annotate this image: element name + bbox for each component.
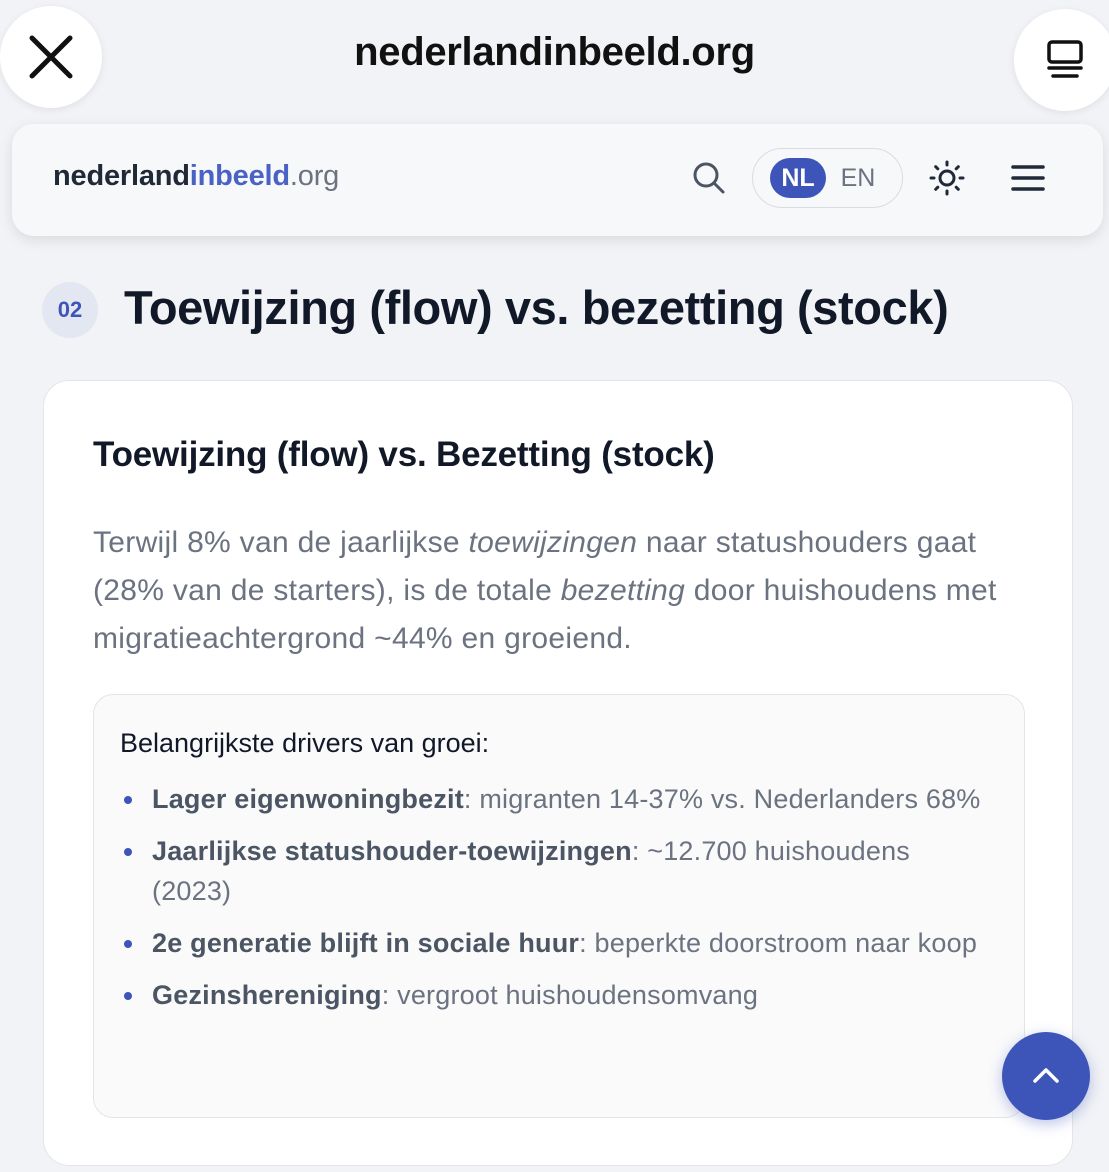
- hamburger-menu-icon: [1011, 165, 1045, 191]
- list-item: Lager eigenwoningbezit: migranten 14-37%…: [120, 779, 990, 819]
- browser-domain: nederlandinbeeld.org: [354, 30, 755, 74]
- theme-toggle-button[interactable]: [927, 158, 967, 198]
- bullet-dot: [124, 796, 132, 804]
- section-number-badge: 02: [42, 282, 98, 338]
- site-header: nederlandinbeeld.org NL EN: [12, 124, 1103, 236]
- card-paragraph: Terwijl 8% van de jaarlijkse toewijzinge…: [93, 519, 1033, 663]
- browser-top-bar: nederlandinbeeld.org: [0, 0, 1109, 112]
- bullet-dot: [124, 992, 132, 1000]
- bullet-dot: [124, 848, 132, 856]
- bullet-dot: [124, 940, 132, 948]
- lang-nl-button[interactable]: NL: [770, 158, 826, 198]
- site-logo[interactable]: nederlandinbeeld.org: [53, 160, 339, 193]
- driver-text: : beperkte doorstroom naar koop: [579, 928, 978, 958]
- scroll-to-top-button[interactable]: [1002, 1032, 1090, 1120]
- list-item: Jaarlijkse statushouder-toewijzingen: ~1…: [120, 831, 990, 911]
- lang-en-button[interactable]: EN: [835, 158, 881, 198]
- paragraph-text: Terwijl 8% van de jaarlijkse: [93, 526, 469, 559]
- content-card: Toewijzing (flow) vs. Bezetting (stock) …: [43, 380, 1073, 1166]
- tabs-button[interactable]: [1014, 9, 1109, 111]
- search-button[interactable]: [689, 158, 729, 198]
- logo-text-part1: nederland: [53, 160, 190, 192]
- logo-text-part2: inbeeld: [189, 160, 290, 192]
- search-icon: [693, 162, 725, 194]
- card-title: Toewijzing (flow) vs. Bezetting (stock): [93, 435, 715, 474]
- driver-label: Lager eigenwoningbezit: [152, 784, 464, 814]
- chevron-up-icon: [1033, 1068, 1059, 1083]
- section-heading: 02 Toewijzing (flow) vs. bezetting (stoc…: [42, 280, 1082, 340]
- drivers-list: Lager eigenwoningbezit: migranten 14-37%…: [120, 779, 990, 1027]
- driver-text: : migranten 14-37% vs. Nederlanders 68%: [463, 784, 981, 814]
- paragraph-emphasis: bezetting: [560, 574, 686, 607]
- drivers-box: Belangrijkste drivers van groei: Lager e…: [93, 694, 1025, 1118]
- driver-label: 2e generatie blijft in sociale huur: [152, 928, 580, 958]
- logo-text-part3: .org: [289, 160, 340, 192]
- list-item: Gezinshereniging: vergroot huishoudensom…: [120, 975, 990, 1015]
- language-toggle: NL EN: [752, 148, 903, 208]
- tabs-icon: [1047, 40, 1083, 78]
- paragraph-emphasis: toewijzingen: [468, 526, 638, 559]
- section-title: Toewijzing (flow) vs. bezetting (stock): [124, 281, 949, 334]
- list-item: 2e generatie blijft in sociale huur: bep…: [120, 923, 990, 963]
- driver-label: Gezinshereniging: [152, 980, 382, 1010]
- menu-button[interactable]: [1008, 158, 1048, 198]
- driver-label: Jaarlijkse statushouder-toewijzingen: [152, 836, 632, 866]
- drivers-title: Belangrijkste drivers van groei:: [120, 728, 490, 758]
- driver-text: : vergroot huishoudensomvang: [381, 980, 759, 1010]
- sun-icon: [929, 160, 965, 196]
